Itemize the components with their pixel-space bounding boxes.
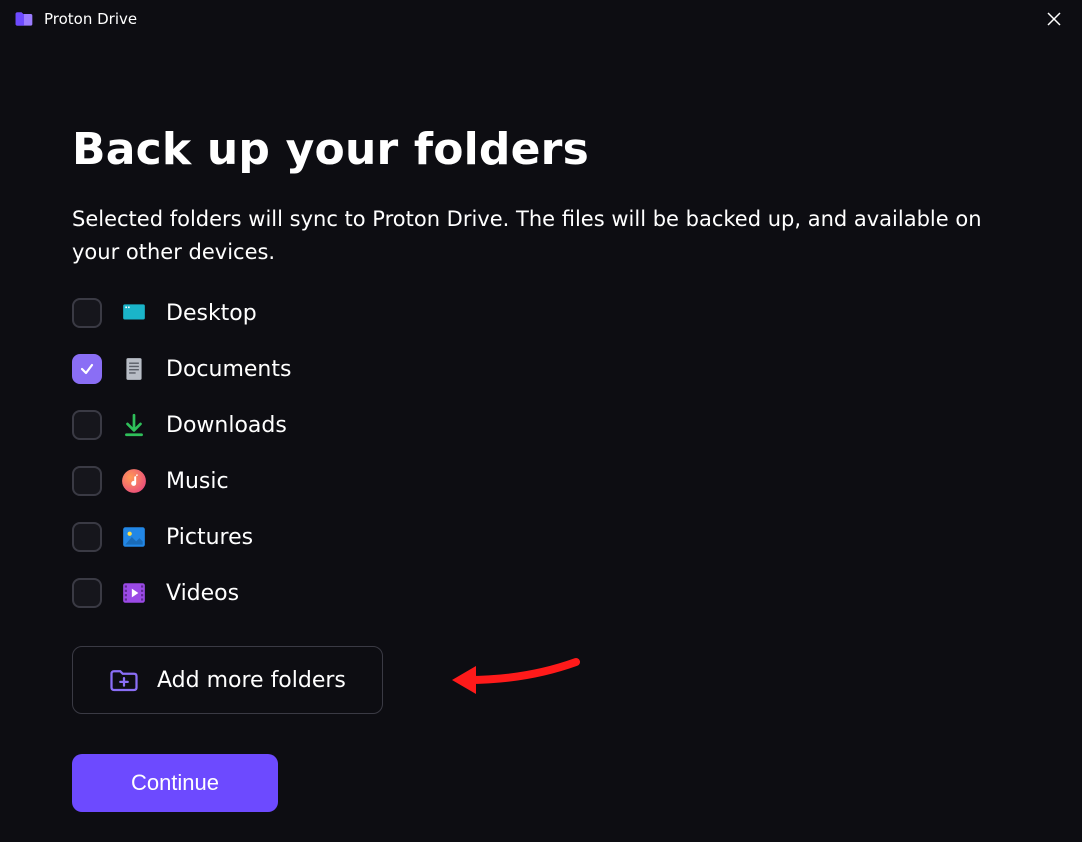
titlebar: Proton Drive (0, 0, 1082, 38)
folder-label-pictures: Pictures (166, 525, 253, 550)
folder-row-pictures: Pictures (72, 522, 1010, 552)
folder-list: Desktop Documents (72, 298, 1010, 608)
checkbox-music[interactable] (72, 466, 102, 496)
desktop-icon (120, 299, 148, 327)
folder-plus-icon (109, 665, 139, 695)
documents-icon (120, 355, 148, 383)
page-title: Back up your folders (72, 124, 1010, 175)
videos-icon (120, 579, 148, 607)
folder-label-downloads: Downloads (166, 413, 287, 438)
close-icon (1046, 11, 1062, 27)
app-title: Proton Drive (44, 10, 137, 28)
checkbox-documents[interactable] (72, 354, 102, 384)
continue-label: Continue (131, 770, 219, 796)
folder-row-documents: Documents (72, 354, 1010, 384)
folder-row-desktop: Desktop (72, 298, 1010, 328)
folder-row-videos: Videos (72, 578, 1010, 608)
folder-row-music: Music (72, 466, 1010, 496)
add-more-folders-button[interactable]: Add more folders (72, 646, 383, 714)
downloads-icon (120, 411, 148, 439)
app-icon (14, 9, 34, 29)
folder-label-videos: Videos (166, 581, 239, 606)
checkbox-desktop[interactable] (72, 298, 102, 328)
checkbox-pictures[interactable] (72, 522, 102, 552)
checkbox-downloads[interactable] (72, 410, 102, 440)
close-button[interactable] (1040, 5, 1068, 33)
content: Back up your folders Selected folders wi… (0, 38, 1082, 842)
checkbox-videos[interactable] (72, 578, 102, 608)
folder-label-music: Music (166, 469, 229, 494)
continue-button[interactable]: Continue (72, 754, 278, 812)
folder-label-desktop: Desktop (166, 301, 257, 326)
page-description: Selected folders will sync to Proton Dri… (72, 203, 1002, 268)
pictures-icon (120, 523, 148, 551)
music-icon (120, 467, 148, 495)
folder-label-documents: Documents (166, 357, 291, 382)
add-more-folders-label: Add more folders (157, 668, 346, 693)
titlebar-left: Proton Drive (14, 9, 137, 29)
folder-row-downloads: Downloads (72, 410, 1010, 440)
